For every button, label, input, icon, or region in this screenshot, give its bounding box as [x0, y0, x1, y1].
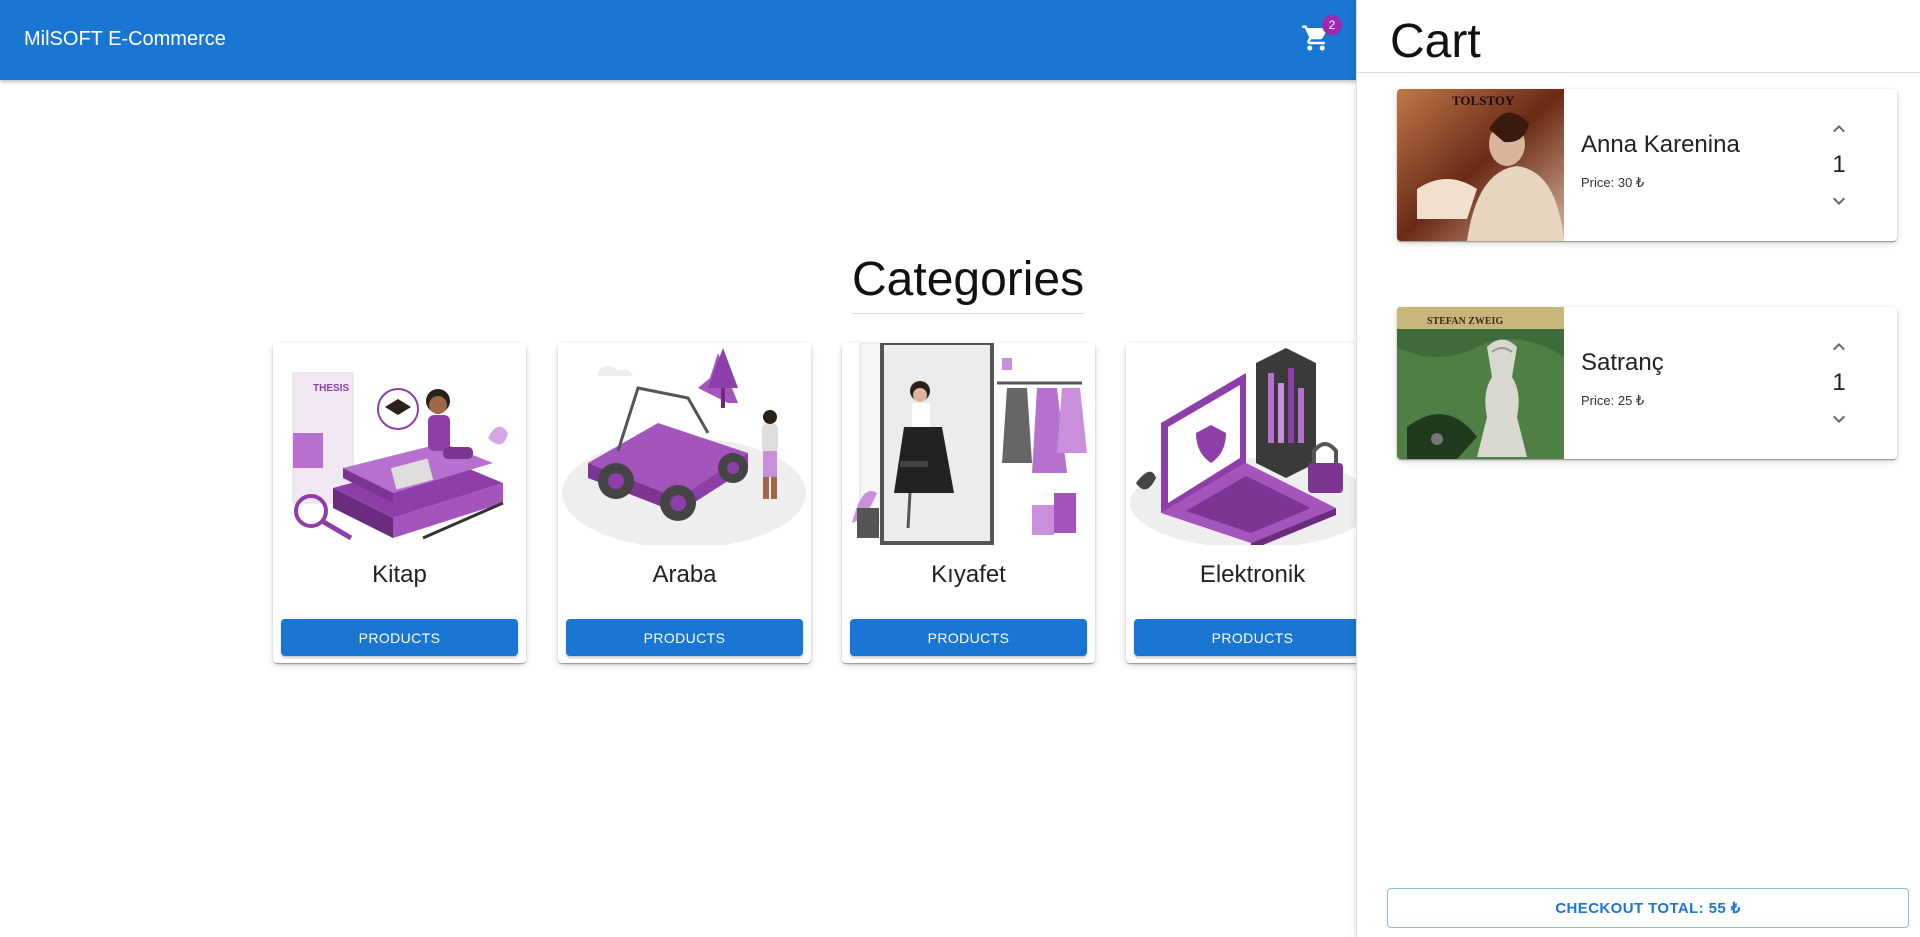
categories-heading: Categories — [852, 252, 1085, 314]
decrease-quantity-button[interactable] — [1827, 189, 1851, 213]
item-name: Satranç — [1581, 349, 1664, 376]
app-root: MilSOFT E-Commerce 2 Categories THESIS K… — [0, 0, 1920, 937]
cart-drawer: Cart TOLSTOY Anna Karenina Price: 30 ₺ 1… — [1356, 0, 1920, 937]
quantity-value: 1 — [1832, 151, 1846, 178]
brand-title[interactable]: MilSOFT E-Commerce — [24, 28, 226, 51]
chevron-up-icon — [1833, 125, 1845, 133]
chevron-down-icon — [1833, 197, 1845, 205]
category-card-araba: Araba PRODUCTS — [558, 343, 811, 663]
category-card-kitap: THESIS Kitap PRODUCTS — [273, 343, 526, 663]
book-cover-image: STEFAN ZWEIG — [1397, 307, 1564, 459]
cart-item-satranc: STEFAN ZWEIG Satranç Price: 25 ₺ 1 — [1397, 307, 1897, 459]
category-card-kiyafet: Kıyafet PRODUCTS — [842, 343, 1095, 663]
item-price: Price: 25 ₺ — [1581, 393, 1645, 408]
category-card-elektronik: Elektronik PRODUCTS — [1126, 343, 1379, 663]
products-button-elektronik[interactable]: PRODUCTS — [1134, 619, 1371, 656]
products-button-kitap[interactable]: PRODUCTS — [281, 619, 518, 656]
quantity-value: 1 — [1832, 369, 1846, 396]
chevron-up-icon — [1833, 343, 1845, 351]
cart-count-badge: 2 — [1322, 15, 1342, 35]
category-name: Kıyafet — [931, 561, 1006, 588]
increase-quantity-button[interactable] — [1827, 117, 1851, 141]
svg-text:STEFAN ZWEIG: STEFAN ZWEIG — [1427, 316, 1503, 327]
divider — [1357, 72, 1920, 73]
increase-quantity-button[interactable] — [1827, 335, 1851, 359]
products-button-araba[interactable]: PRODUCTS — [566, 619, 803, 656]
laptop-electronics-illustration — [1126, 343, 1379, 545]
svg-text:TOLSTOY: TOLSTOY — [1452, 93, 1515, 108]
products-button-kiyafet[interactable]: PRODUCTS — [850, 619, 1087, 656]
cart-title: Cart — [1390, 15, 1481, 68]
books-study-illustration: THESIS — [273, 343, 526, 545]
jeep-car-illustration — [558, 343, 811, 545]
decrease-quantity-button[interactable] — [1827, 407, 1851, 431]
chevron-down-icon — [1833, 415, 1845, 423]
item-name: Anna Karenina — [1581, 131, 1740, 158]
svg-text:THESIS: THESIS — [313, 383, 349, 394]
clothing-shopping-illustration — [842, 343, 1095, 545]
book-cover-image: TOLSTOY — [1397, 89, 1564, 241]
category-name: Kitap — [372, 561, 427, 588]
cart-button[interactable]: 2 — [1298, 15, 1342, 56]
category-name: Araba — [652, 561, 717, 588]
category-name: Elektronik — [1199, 561, 1306, 588]
cart-item-anna-karenina: TOLSTOY Anna Karenina Price: 30 ₺ 1 — [1397, 89, 1897, 241]
checkout-button[interactable]: CHECKOUT TOTAL: 55 ₺ — [1387, 888, 1909, 928]
item-price: Price: 30 ₺ — [1581, 175, 1645, 190]
